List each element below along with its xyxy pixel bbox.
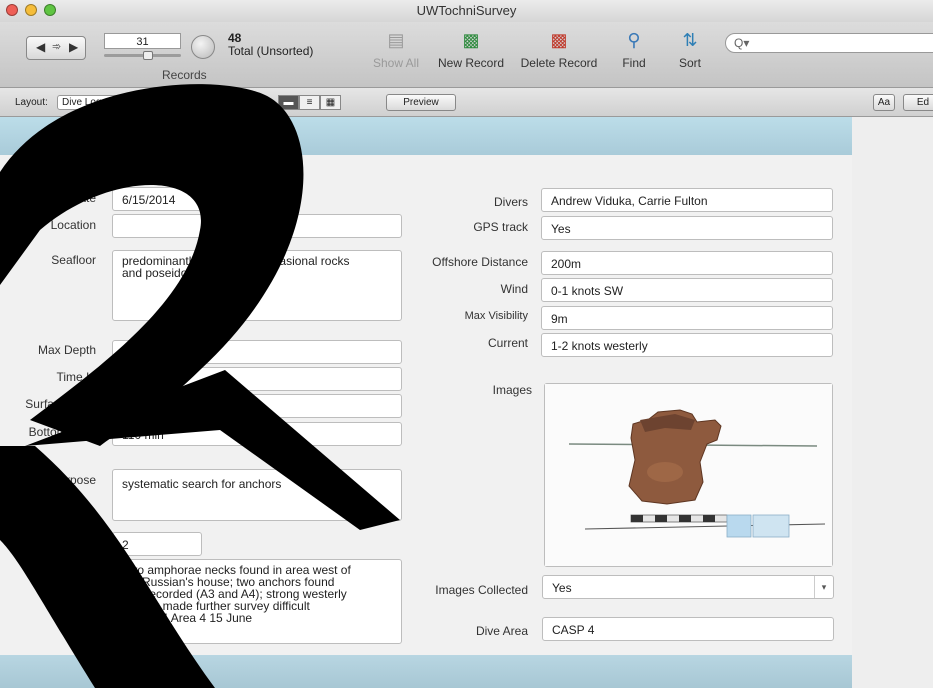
max-depth-label: Max Depth	[37, 343, 96, 357]
max-depth-field[interactable]: 4m	[112, 340, 402, 364]
record-count: 48	[228, 31, 242, 45]
sort-icon: ⇅	[682, 30, 698, 50]
dive-number-label: Dive Number	[25, 163, 96, 177]
images-label: Images	[492, 383, 532, 397]
view-as-list-button[interactable]: ≡	[299, 95, 320, 110]
max-visibility-field[interactable]: 9m	[541, 306, 833, 330]
record-slider-knob[interactable]	[143, 51, 153, 60]
max-visibility-label: Max Visibility	[464, 310, 528, 322]
gps-track-label: GPS track	[473, 220, 528, 234]
new-record-button[interactable]: ▩ New Record	[430, 28, 512, 70]
seafloor-field[interactable]: predominantly sandy with occasional rock…	[112, 250, 402, 321]
quick-find-search[interactable]: Q▾	[725, 33, 933, 53]
current-label: Current	[487, 336, 528, 350]
toolbar: ◀ ➾ ▶ 31 Records 48 Total (Unsorted) ▤ S…	[0, 22, 933, 88]
layout-label: Layout:	[15, 97, 48, 108]
right-empty-pane	[852, 117, 933, 688]
time-in-field[interactable]: 8:50am	[112, 367, 402, 391]
current-record-field[interactable]: 31	[104, 33, 181, 49]
images-container[interactable]	[544, 383, 833, 567]
title-bar: UWTochniSurvey	[0, 0, 933, 23]
show-all-button[interactable]: ▤ Show All	[366, 28, 426, 70]
images-collected-dropdown[interactable]: Yes ▾	[542, 575, 834, 599]
wind-label: Wind	[500, 282, 528, 296]
view-as-table-button[interactable]: ▦	[320, 95, 341, 110]
current-field[interactable]: 1-2 knots westerly	[541, 333, 833, 357]
sherds-field[interactable]: 2	[112, 532, 202, 556]
window-title: UWTochniSurvey	[416, 3, 517, 18]
total-unsorted-label: Total (Unsorted)	[228, 44, 314, 58]
divers-field[interactable]: Andrew Viduka, Carrie Fulton	[541, 188, 833, 212]
amphora-photo	[545, 384, 832, 566]
view-as-form-button[interactable]: ▬	[278, 95, 299, 110]
dive-area-field[interactable]: CASP 4	[542, 617, 834, 641]
offshore-distance-label: Offshore Distance	[432, 255, 528, 269]
offshore-distance-field[interactable]: 200m	[541, 251, 833, 275]
location-field[interactable]	[112, 214, 402, 238]
purpose-field[interactable]: systematic search for anchors	[112, 469, 402, 521]
found-set-pie-icon[interactable]	[191, 35, 215, 59]
purpose-label: Purpose	[51, 473, 96, 487]
delete-record-button[interactable]: ▩ Delete Record	[514, 28, 604, 70]
dropdown-arrow-icon: ▾	[203, 98, 208, 108]
previous-record-icon[interactable]: ◀	[36, 40, 45, 54]
next-record-icon[interactable]: ▶	[69, 40, 78, 54]
delete-record-icon: ▩	[550, 30, 568, 50]
surface-time-label: Surface Time	[25, 397, 96, 411]
layout-footer	[0, 655, 852, 688]
sherds-label: Sherds	[57, 536, 96, 550]
record-navigation-buttons[interactable]: ◀ ➾ ▶	[26, 36, 86, 60]
images-collected-label: Images Collected	[435, 583, 528, 597]
gps-track-field[interactable]: Yes	[541, 216, 833, 240]
notes-label: Notes	[64, 563, 96, 577]
location-label: Location	[50, 218, 96, 232]
bottom-time-field[interactable]: 110 min	[112, 422, 402, 446]
layout-select[interactable]: Dive Log ▾	[57, 95, 213, 110]
find-magnifier-icon: ⚲	[627, 30, 641, 50]
edit-layout-button[interactable]: Ed	[903, 94, 933, 111]
divers-label: Divers	[493, 195, 528, 209]
seafloor-label: Seafloor	[51, 253, 96, 267]
book-icon: ➾	[52, 41, 62, 53]
layout-bar: Layout: Dive Log ▾ View As: ▬ ≡ ▦ Previe…	[0, 88, 933, 117]
layout-header	[0, 117, 852, 155]
dive-area-label: Dive Area	[475, 624, 528, 638]
wind-field[interactable]: 0-1 knots SW	[541, 278, 833, 302]
view-as-label: View As:	[230, 97, 269, 108]
sort-button[interactable]: ⇅ Sort	[670, 28, 710, 70]
new-record-icon: ▩	[462, 30, 480, 50]
dive-number-field[interactable]: 10	[112, 159, 202, 183]
surface-time-field[interactable]	[112, 394, 402, 418]
search-icon: Q▾	[734, 36, 750, 50]
notes-field[interactable]: Two amphorae necks found in area west of…	[112, 559, 402, 644]
date-field[interactable]: 6/15/2014	[112, 187, 250, 211]
show-all-icon: ▤	[387, 30, 405, 50]
preview-button[interactable]: Preview	[386, 94, 456, 111]
find-button[interactable]: ⚲ Find	[614, 28, 654, 70]
dropdown-arrow-icon[interactable]: ▾	[814, 576, 833, 598]
time-in-label: Time In	[56, 370, 96, 384]
records-label: Records	[162, 68, 207, 82]
date-label: Date	[70, 191, 96, 205]
bottom-time-label: Bottom Time	[28, 425, 96, 439]
text-formatting-button[interactable]: Aa	[873, 94, 895, 111]
